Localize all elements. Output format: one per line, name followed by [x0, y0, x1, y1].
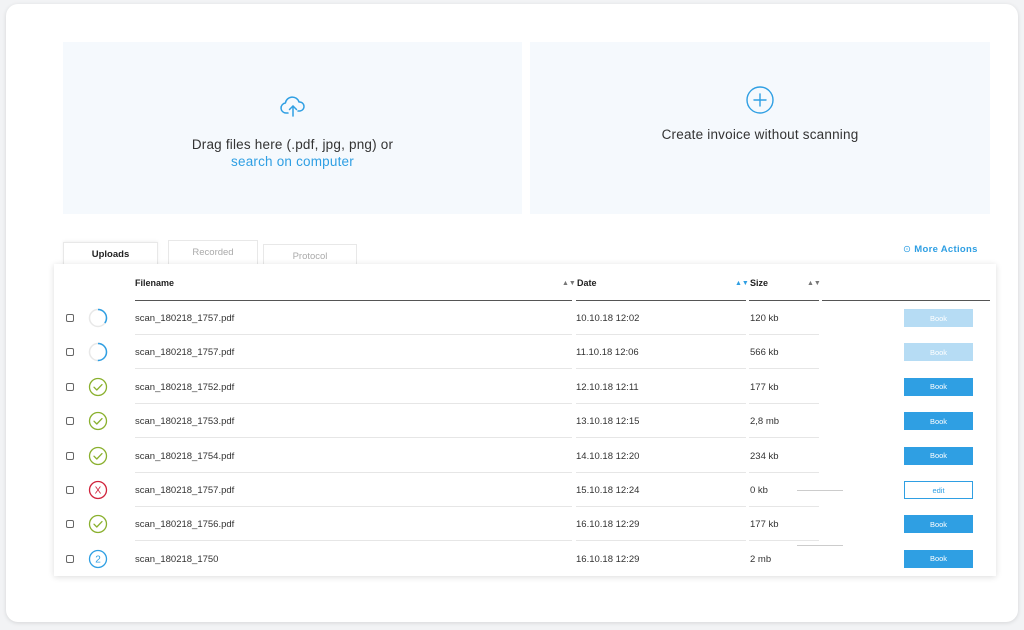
filename-cell: scan_180218_1754.pdf: [135, 450, 235, 462]
table-row[interactable]: scan_180218_1756.pdf 16.10.18 12:29 177 kb…: [54, 507, 996, 542]
check-circle-icon: [88, 411, 108, 431]
create-invoice-zone[interactable]: Create invoice without scanning: [530, 42, 990, 214]
main-card: Drag files here (.pdf, jpg, png) or sear…: [6, 4, 1018, 622]
table-row[interactable]: scan_180218_1754.pdf 14.10.18 12:20 234 kb…: [54, 439, 996, 473]
size-cell: 2 mb: [750, 553, 772, 565]
sort-date-icon[interactable]: ▲▼: [735, 280, 749, 287]
more-actions-link[interactable]: ⊙ More Actions: [903, 244, 978, 255]
table-row[interactable]: scan_180218_1752.pdf 12.10.18 12:11 177 kb…: [54, 370, 996, 404]
size-cell: 0 kb: [750, 485, 768, 496]
progress-spinner-icon: [88, 308, 108, 328]
book-button[interactable]: Book: [904, 549, 973, 568]
svg-text:2: 2: [95, 554, 101, 565]
size-cell: 234 kb: [750, 450, 779, 462]
row-checkbox[interactable]: [66, 486, 74, 494]
row-divider: [797, 490, 843, 491]
size-cell: 177 kb: [750, 519, 779, 531]
row-divider: [797, 544, 843, 546]
svg-text:X: X: [95, 486, 102, 497]
plus-circle-icon: [745, 85, 775, 120]
row-checkbox[interactable]: [66, 417, 74, 426]
size-cell: 177 kb: [750, 381, 779, 393]
progress-spinner-icon: [88, 342, 108, 362]
filename-cell: scan_180218_1752.pdf: [135, 381, 235, 393]
book-button[interactable]: Book: [904, 446, 973, 465]
sort-size-icon[interactable]: ▲▼: [807, 280, 821, 287]
date-cell: 11.10.18 12:06: [576, 347, 639, 359]
size-cell: 566 kb: [750, 347, 779, 359]
column-header-date[interactable]: Date: [577, 278, 597, 288]
error-circle-icon: X: [88, 480, 108, 500]
filename-cell: scan_180218_1757.pdf: [135, 347, 235, 359]
edit-button[interactable]: edit: [904, 481, 973, 499]
more-actions-label: More Actions: [914, 244, 978, 255]
book-button[interactable]: Book: [904, 309, 973, 327]
table-row[interactable]: Xscan_180218_1757.pdf 15.10.18 12:24 0 kb e…: [54, 473, 996, 507]
table-row[interactable]: scan_180218_1757.pdf 11.10.18 12:06 566 kb…: [54, 335, 996, 370]
upload-instructions: Drag files here (.pdf, jpg, png) or: [191, 137, 394, 152]
row-checkbox[interactable]: [66, 314, 74, 322]
size-cell: 120 kb: [750, 313, 779, 324]
book-button[interactable]: Book: [904, 515, 973, 534]
sort-filename-icon[interactable]: ▲▼: [562, 280, 576, 287]
table-row[interactable]: scan_180218_1757.pdf 10.10.18 12:02 120 kb…: [54, 301, 996, 335]
table-row[interactable]: 2 scan_180218_1750 16.10.18 12:29 2 mb Book: [54, 542, 996, 576]
filename-cell: scan_180218_1757.pdf: [135, 313, 235, 324]
date-cell: 13.10.18 12:15: [576, 416, 640, 428]
date-cell: 14.10.18 12:20: [576, 450, 640, 462]
date-cell: 12.10.18 12:11: [576, 381, 639, 393]
table-row[interactable]: scan_180218_1753.pdf 13.10.18 12:15 2,8 mb…: [54, 404, 996, 439]
date-cell: 15.10.18 12:24: [576, 485, 640, 496]
uploads-table: Filename ▲▼ Date ▲▼ Size ▲▼ scan_180218_…: [54, 264, 996, 576]
row-checkbox[interactable]: [66, 348, 74, 357]
tab-protocol[interactable]: Protocol: [263, 244, 357, 266]
filename-cell: scan_180218_1750: [135, 553, 219, 565]
search-on-computer-link[interactable]: search on computer: [63, 154, 522, 169]
column-header-size[interactable]: Size: [750, 278, 768, 288]
book-button[interactable]: Book: [904, 343, 973, 362]
more-actions-icon: ⊙: [903, 244, 912, 255]
row-checkbox[interactable]: [66, 554, 74, 563]
create-invoice-label: Create invoice without scanning: [661, 127, 859, 142]
filename-cell: scan_180218_1757.pdf: [135, 485, 235, 496]
check-circle-icon: [88, 377, 108, 397]
date-cell: 16.10.18 12:29: [576, 519, 640, 531]
book-button[interactable]: Book: [904, 377, 973, 396]
check-circle-icon: [88, 446, 108, 466]
row-checkbox[interactable]: [66, 520, 74, 529]
book-button[interactable]: Book: [904, 412, 973, 431]
row-checkbox[interactable]: [66, 451, 74, 460]
date-cell: 16.10.18 12:29: [576, 553, 640, 565]
date-cell: 10.10.18 12:02: [576, 313, 640, 324]
cloud-upload-icon: [279, 96, 306, 123]
count-badge-icon: 2: [88, 549, 108, 569]
check-circle-icon: [88, 514, 108, 534]
row-checkbox[interactable]: [66, 382, 74, 391]
column-header-filename[interactable]: Filename: [135, 278, 174, 288]
upload-dropzone[interactable]: Drag files here (.pdf, jpg, png) or sear…: [63, 42, 522, 214]
size-cell: 2,8 mb: [750, 416, 780, 428]
filename-cell: scan_180218_1756.pdf: [135, 519, 235, 531]
filename-cell: scan_180218_1753.pdf: [135, 416, 235, 428]
tab-recorded[interactable]: Recorded: [168, 240, 258, 264]
